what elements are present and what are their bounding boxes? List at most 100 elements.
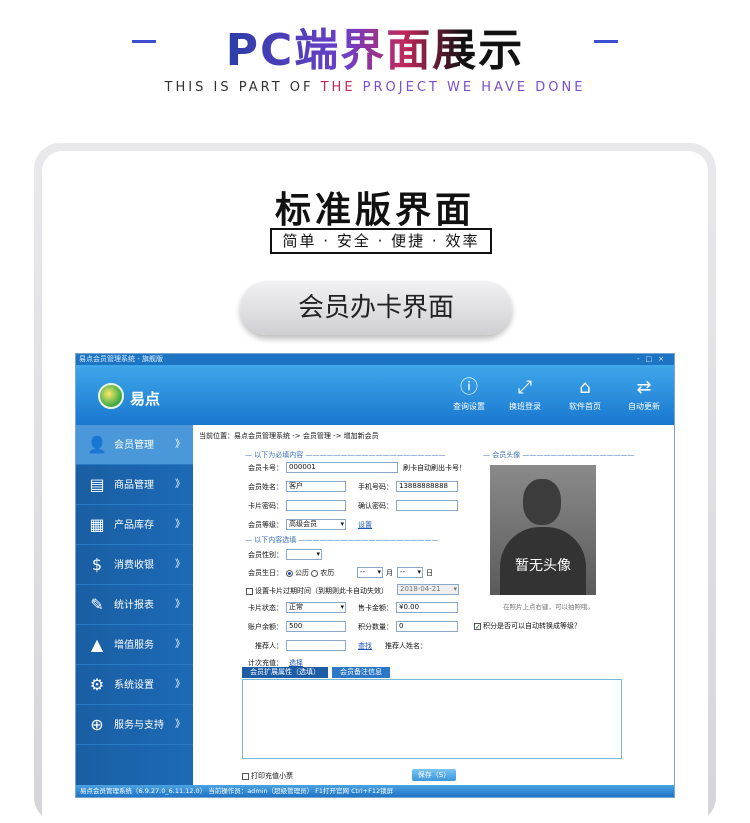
tab-extended-attributes[interactable]: 会员扩展属性（选填） — [242, 667, 328, 678]
sidebar-item-settings[interactable]: ⚙ 系统设置 》 — [76, 665, 193, 705]
report-icon: ✎ — [90, 595, 104, 614]
sale-amount-label: 售卡金额： — [358, 604, 393, 612]
sidebar-item-member[interactable]: 👤 会员管理 》 — [76, 425, 193, 465]
home-icon: ⌂ — [579, 377, 591, 398]
stock-icon: ▦ — [89, 515, 105, 534]
logo-icon — [98, 383, 124, 409]
sidebar-item-label: 服务与支持 — [114, 720, 164, 731]
print-receipt-option: 打印充值小票 — [242, 771, 293, 781]
print-receipt-checkbox[interactable] — [242, 772, 249, 780]
chevron-right-icon: 》 — [175, 439, 185, 450]
level-settings-link[interactable]: 设置 — [358, 520, 372, 530]
avatar-placeholder[interactable]: 暂无头像 — [490, 465, 596, 595]
section-optional-heading: — 以下内容选填 ———————————————————— — [245, 536, 439, 544]
phone-input[interactable]: 13888888888 — [396, 481, 458, 492]
expire-checkbox[interactable] — [246, 587, 253, 595]
birth-month-select[interactable]: -- — [357, 567, 383, 578]
section-required-heading: — 以下为必填内容 ———————————————————— — [245, 451, 446, 459]
password-label: 卡片密码： — [248, 502, 283, 510]
member-icon: 👤 — [87, 435, 107, 454]
solar-radio[interactable] — [286, 569, 293, 577]
status-bar: 易点会员管理系统（6.9.27.0_6.11.12.0） 当前操作员：admin… — [76, 785, 674, 797]
section-pill: 会员办卡界面 — [240, 281, 512, 335]
close-icon[interactable]: × — [658, 355, 670, 363]
section-avatar-heading: — 会员头像 ———————————————— — [483, 451, 635, 459]
expire-date-input[interactable]: 2018-04-21 — [397, 584, 459, 595]
sidebar-item-label: 系统设置 — [114, 680, 154, 691]
toolbar-label: 查询设置 — [453, 402, 485, 411]
logo-text: 易点 — [130, 390, 161, 408]
print-receipt-label: 打印充值小票 — [251, 772, 293, 780]
birth-day-select[interactable]: -- — [397, 567, 423, 578]
gender-select[interactable] — [286, 549, 322, 560]
toolbar-button-query[interactable]: ⓘ 查询设置 — [446, 377, 492, 412]
sale-amount-input[interactable]: ¥0.00 — [396, 602, 458, 613]
points-auto-option: ✓ 积分是否可以自动转换成等级？ — [474, 621, 581, 631]
points-auto-checkbox[interactable]: ✓ — [474, 622, 481, 630]
chevron-right-icon: 》 — [175, 599, 185, 610]
balance-label: 账户余额： — [248, 623, 283, 631]
sidebar-item-service[interactable]: ⊕ 服务与支持》 — [76, 705, 193, 745]
section-optional-label: 以下内容选填 — [254, 536, 297, 544]
toolbar-button-update[interactable]: ⇄ 自动更新 — [621, 377, 667, 412]
balance-input[interactable]: 500 — [286, 621, 346, 632]
solar-label: 公历 — [295, 569, 309, 577]
window-titlebar: 易点会员管理系统 - 旗舰版 -□× — [76, 354, 674, 365]
value-icon: ▲ — [90, 635, 104, 654]
confirm-password-input[interactable] — [396, 500, 458, 511]
subtitle-part-2: THE — [320, 80, 356, 95]
referrer-label: 推荐人： — [255, 642, 283, 650]
card-no-input[interactable]: 000001 — [286, 462, 398, 473]
sidebar-item-stock[interactable]: ▦ 产品库存 》 — [76, 505, 193, 545]
minimize-icon[interactable]: - — [637, 355, 646, 363]
card-no-hint: 刷卡自动刷出卡号！ — [403, 464, 466, 472]
service-icon: ⊕ — [90, 715, 104, 734]
banner-title-row: PC端界面展示 — [0, 14, 750, 78]
detail-tabs: 会员扩展属性（选填） 会员备注信息 — [242, 667, 394, 678]
confirm-password-label: 确认密码： — [358, 502, 393, 510]
name-input[interactable]: 客户 — [286, 481, 346, 492]
sidebar-item-label: 商品管理 — [114, 480, 154, 491]
birthday-calendar-options: 公历 农历 — [286, 568, 334, 578]
sidebar-item-label: 会员管理 — [114, 440, 154, 451]
banner-subtitle: THIS IS PART OF THE PROJECT WE HAVE DONE — [0, 80, 750, 95]
subtitle-part-1: THIS IS PART OF — [164, 80, 321, 95]
phone-label: 手机号码： — [358, 483, 393, 491]
password-input[interactable] — [286, 500, 346, 511]
find-referrer-link[interactable]: 查找 — [358, 641, 372, 651]
sidebar-item-value[interactable]: ▲ 增值服务 》 — [76, 625, 193, 665]
status-select[interactable]: 正常 — [286, 602, 346, 613]
sidebar-item-goods[interactable]: ▤ 商品管理 》 — [76, 465, 193, 505]
sidebar-item-label: 消费收银 — [114, 560, 154, 571]
maximize-icon[interactable]: □ — [646, 355, 659, 363]
points-auto-label: 积分是否可以自动转换成等级？ — [483, 622, 581, 630]
points-input[interactable]: 0 — [396, 621, 458, 632]
sidebar-item-label: 产品库存 — [114, 520, 154, 531]
level-select[interactable]: 高级会员 — [286, 519, 346, 530]
toolbar-label: 换班登录 — [509, 402, 541, 411]
lunar-label: 农历 — [320, 569, 335, 577]
banner-title: PC端界面展示 — [225, 25, 525, 76]
month-unit: 月 — [386, 569, 393, 577]
goods-icon: ▤ — [89, 475, 105, 494]
gender-label: 会员性别： — [248, 551, 283, 559]
sidebar-item-cashier[interactable]: $ 消费收银 》 — [76, 545, 193, 585]
toolbar-button-home[interactable]: ⌂ 软件首页 — [562, 377, 608, 412]
save-button[interactable]: 保存（S） — [412, 769, 456, 781]
avatar-placeholder-text: 暂无头像 — [515, 558, 571, 574]
toolbar-label: 软件首页 — [569, 402, 601, 411]
avatar-hint: 在照片上点右键，可以拍照哦。 — [503, 603, 594, 611]
tab-member-notes[interactable]: 会员备注信息 — [332, 667, 390, 678]
referrer-input[interactable] — [286, 640, 346, 651]
toolbar-button-switch[interactable]: ⤢ 换班登录 — [502, 377, 548, 412]
avatar-head-icon — [523, 479, 561, 525]
chevron-right-icon: 》 — [175, 679, 185, 690]
main-content: 当前位置：易点会员管理系统 -> 会员管理 -> 增加新会员 — 以下为必填内容… — [193, 425, 674, 786]
chevron-right-icon: 》 — [175, 519, 185, 530]
sidebar-item-report[interactable]: ✎ 统计报表 》 — [76, 585, 193, 625]
tab-content-area[interactable] — [242, 679, 622, 759]
app-header: 易点 ⓘ 查询设置 ⤢ 换班登录 ⌂ 软件首页 ⇄ 自动更新 — [76, 365, 674, 425]
breadcrumb: 当前位置：易点会员管理系统 -> 会员管理 -> 增加新会员 — [199, 432, 379, 440]
name-label: 会员姓名： — [248, 483, 283, 491]
lunar-radio[interactable] — [311, 569, 319, 577]
